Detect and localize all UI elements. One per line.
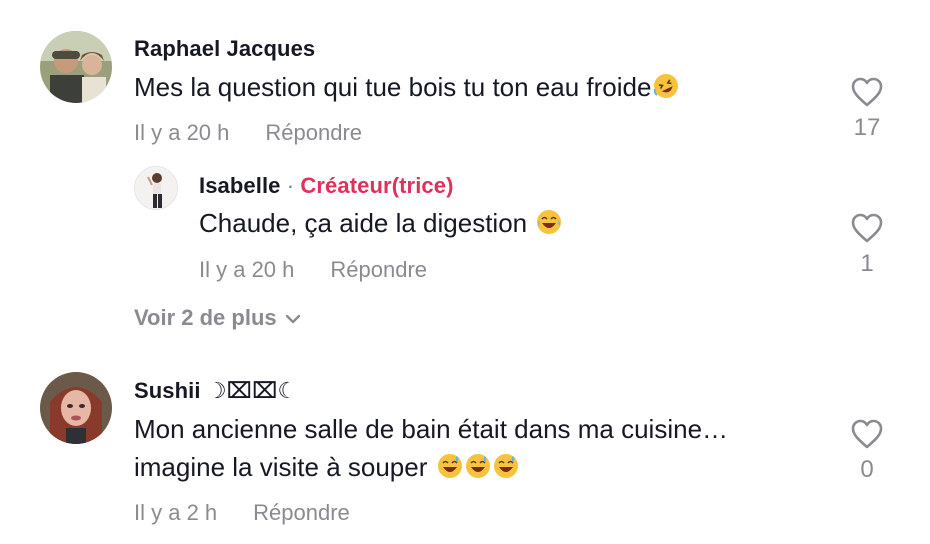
heart-icon <box>851 213 883 243</box>
like-count: 1 <box>860 250 874 277</box>
like-count: 0 <box>860 456 874 483</box>
like-button[interactable]: 17 <box>837 76 897 142</box>
like-button[interactable]: 0 <box>837 418 897 484</box>
comment-text-content: imagine la visite à souper <box>134 452 428 482</box>
sweat-smile-emoji-group <box>435 452 519 482</box>
sweat-smile-emoji <box>493 451 519 478</box>
creator-badge: Créateur(trice) <box>300 173 454 198</box>
comment-meta: Il y a 2 h Répondre <box>134 500 350 526</box>
view-more-label: Voir 2 de plus <box>134 305 277 330</box>
reply-button[interactable]: Répondre <box>330 257 427 282</box>
comment-text-content: Mes la question qui tue bois tu ton eau … <box>134 72 652 102</box>
sweat-smile-emoji <box>437 451 463 478</box>
comment-text: Chaude, ça aide la digestion <box>199 204 562 242</box>
comment-text-line: Mon ancienne salle de bain était dans ma… <box>134 414 729 444</box>
timestamp: Il y a 20 h <box>134 120 230 145</box>
sweat-smile-emoji <box>465 451 491 478</box>
timestamp: Il y a 2 h <box>134 500 218 525</box>
comment-meta: Il y a 20 h Répondre <box>134 120 362 146</box>
comment-text: Mon ancienne salle de bain était dans ma… <box>134 410 728 486</box>
reply-button[interactable]: Répondre <box>265 120 362 145</box>
avatar[interactable] <box>134 166 178 210</box>
username[interactable]: Isabelle <box>199 173 281 198</box>
separator: · <box>286 173 295 198</box>
rofl-emoji <box>653 71 679 98</box>
avatar-photo <box>40 31 112 103</box>
heart-icon <box>851 77 883 107</box>
reply-button[interactable]: Répondre <box>253 500 350 525</box>
username[interactable]: Sushii ☽⌧⌧☾ <box>134 378 297 404</box>
comment-text: Mes la question qui tue bois tu ton eau … <box>134 68 679 106</box>
avatar[interactable] <box>40 372 112 444</box>
comment-text-line: imagine la visite à souper <box>134 448 728 486</box>
comment-meta: Il y a 20 h Répondre <box>199 257 427 283</box>
avatar-photo <box>135 167 177 209</box>
like-count: 17 <box>853 114 881 141</box>
comment-text-content: Chaude, ça aide la digestion <box>199 208 528 238</box>
username-row: Isabelle · Créateur(trice) <box>199 173 454 199</box>
heart-icon <box>851 419 883 449</box>
joy-emoji <box>536 207 562 234</box>
timestamp: Il y a 20 h <box>199 257 295 282</box>
chevron-down-icon <box>285 314 300 324</box>
view-more-replies-button[interactable]: Voir 2 de plus <box>134 305 301 331</box>
avatar-photo <box>40 372 112 444</box>
like-button[interactable]: 1 <box>837 212 897 278</box>
username[interactable]: Raphael Jacques <box>134 36 315 62</box>
avatar[interactable] <box>40 31 112 103</box>
